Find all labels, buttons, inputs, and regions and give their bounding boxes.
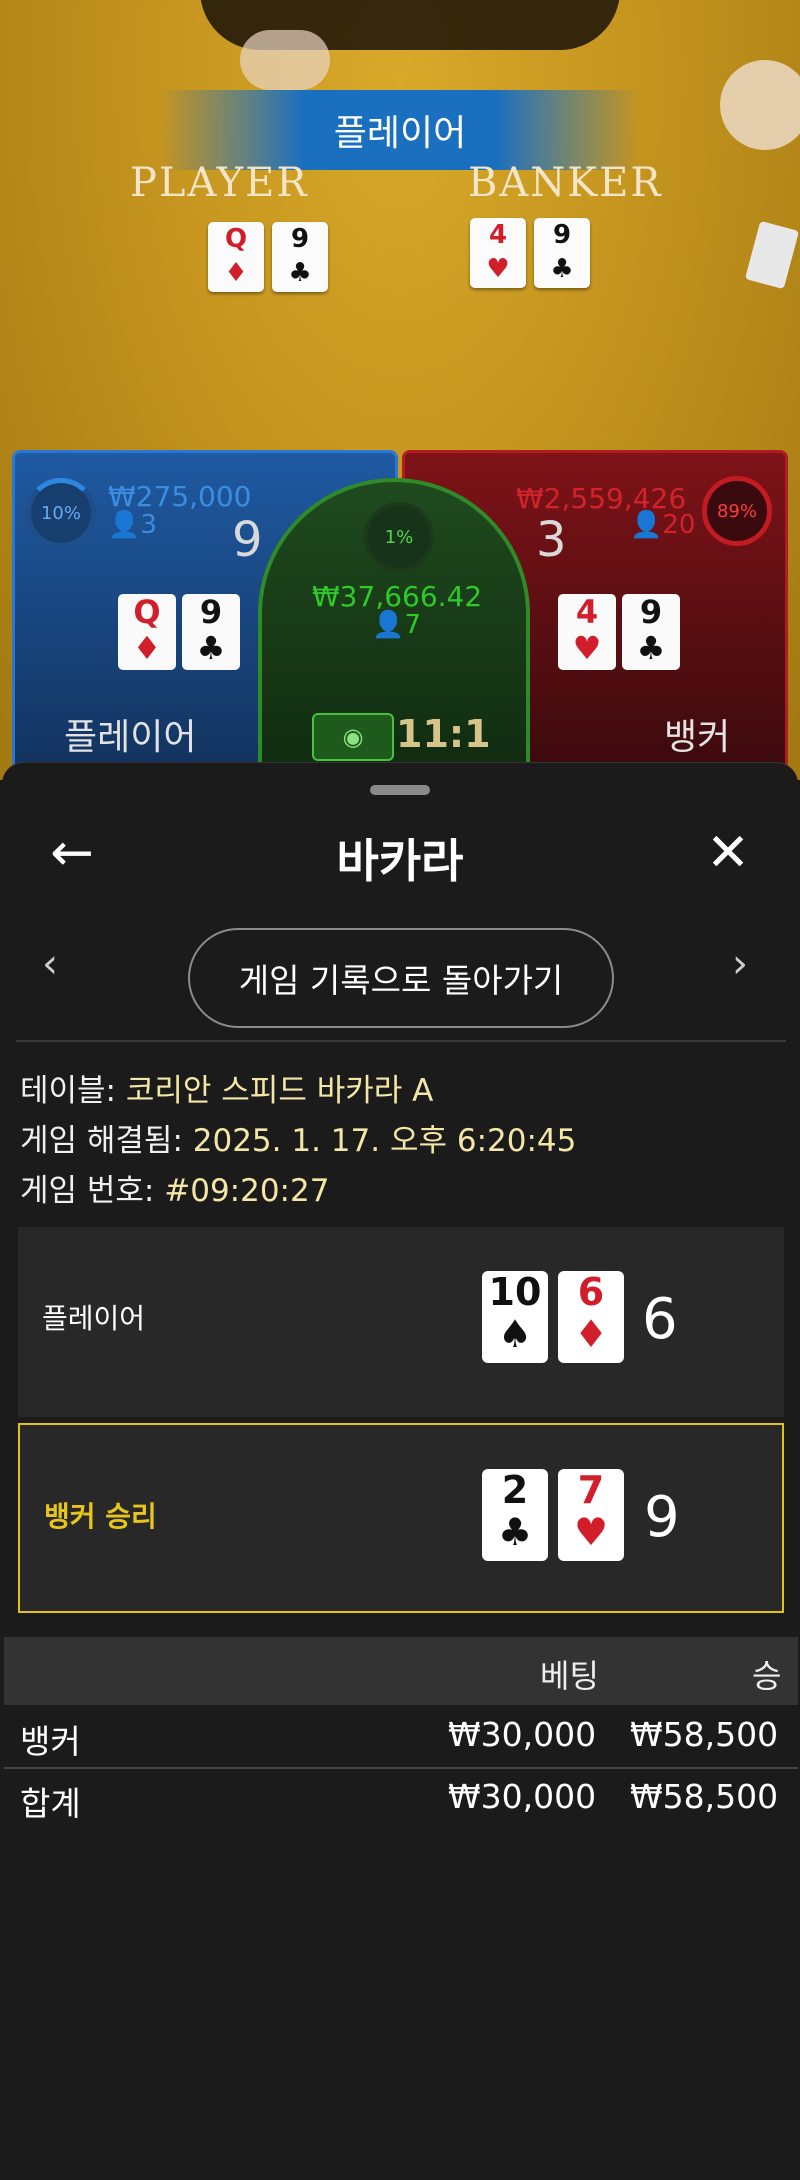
banker-percent-ring: 89% [702,476,772,546]
card-suit: ♣ [497,1510,533,1554]
hand-title: 플레이어 [42,1302,146,1335]
info-label: 게임 해결됨: [20,1123,183,1159]
close-icon[interactable]: ✕ [698,823,758,883]
return-to-history-button[interactable]: 게임 기록으로 돌아가기 [188,928,614,1028]
divider [16,1040,786,1042]
user-icon: 👤 [372,610,405,640]
banker-hand-row: 뱅커 승리 2 ♣ 7 ♥ 9 [18,1423,784,1613]
felt-card: 9 ♣ [272,222,328,292]
card-rank: Q [133,593,161,631]
dealer-hand [240,30,330,90]
tie-chip-icon: ◉ [312,713,394,761]
row-win: ₩58,500 [630,1715,779,1754]
card-rank: 4 [575,593,599,631]
info-label: 게임 번호: [20,1173,155,1209]
dealer-hand [720,60,800,150]
card-rank: 4 [488,220,508,250]
card-rank: 9 [199,593,223,631]
table-row: 뱅커 ₩30,000 ₩58,500 [4,1707,798,1767]
playing-card: 2 ♣ [482,1469,548,1561]
player-count-value: 3 [140,510,157,540]
sheet-grabber[interactable] [370,785,430,795]
card-suit: ♦ [573,1312,609,1356]
banker-spot-label: 뱅커 [664,717,731,758]
row-bet: ₩30,000 [448,1715,597,1754]
tie-bettor-count: 👤7 [372,610,421,640]
card-rank: Q [224,224,248,254]
header-win: 승 [752,1657,782,1695]
tie-payout: 11:1 [396,712,491,756]
player-spot-label: 플레이어 [64,717,197,758]
banker-score: 3 [536,512,567,568]
card-rank: 9 [552,220,572,250]
card-shoe [744,220,800,290]
user-icon: 👤 [630,510,663,540]
hand-title: 뱅커 승리 [44,1500,157,1533]
card-suit: ♠ [497,1312,533,1356]
player-percent-ring: 10% [26,478,96,548]
card-rank: 10 [488,1270,542,1314]
result-banner: 플레이어 [160,90,640,170]
felt-card: Q ♦ [208,222,264,292]
player-bet-total: ₩275,000 [108,480,252,513]
card-suit: ♣ [550,254,574,284]
player-score: 9 [232,512,263,568]
info-label: 테이블: [20,1073,117,1109]
hand-score: 6 [642,1287,678,1352]
info-game-number: 게임 번호: #09:20:27 [20,1165,329,1210]
card-rank: 2 [501,1468,529,1512]
playing-card: 7 ♥ [558,1469,624,1561]
card-rank: 7 [577,1468,605,1512]
game-history-sheet: ← 바카라 ✕ ‹ 게임 기록으로 돌아가기 › 테이블: 코리안 스피드 바카… [2,762,798,2180]
felt-banker-label: BANKER [468,160,663,206]
card-suit: ♣ [636,629,666,667]
row-win: ₩58,500 [630,1777,779,1816]
felt-card: 4 ♥ [470,218,526,288]
card-suit: ♣ [288,258,312,288]
felt-card: 9 ♣ [534,218,590,288]
playing-card: 10 ♠ [482,1271,548,1363]
bets-table-header: 베팅 승 [4,1637,798,1705]
card-suit: ♥ [486,254,510,284]
tie-count-value: 7 [404,610,421,640]
tie-bet-total: ₩37,666.42 [312,580,483,613]
playing-card: 6 ♦ [558,1271,624,1363]
card-rank: 9 [290,224,310,254]
card-rank: 6 [577,1270,605,1314]
card-suit: ♥ [573,1510,609,1554]
chevron-left-icon[interactable]: ‹ [42,941,58,987]
info-value: 2025. 1. 17. 오후 6:20:45 [192,1123,577,1159]
player-bettor-count: 👤3 [108,510,157,540]
row-name: 뱅커 [20,1722,81,1761]
card-rank: 9 [639,593,663,631]
card-suit: ♥ [572,629,602,667]
banker-bettor-count: 👤20 [630,510,695,540]
card-suit: ♣ [196,629,226,667]
info-settled: 게임 해결됨: 2025. 1. 17. 오후 6:20:45 [20,1115,576,1160]
card-suit: ♦ [224,258,248,288]
player-card: Q ♦ [118,594,176,670]
row-name: 합계 [20,1784,81,1823]
banker-card: 9 ♣ [622,594,680,670]
chevron-right-icon[interactable]: › [732,941,748,987]
tie-percent-ring: 1% [364,502,434,572]
info-value: #09:20:27 [164,1173,330,1209]
table-row-total: 합계 ₩30,000 ₩58,500 [4,1769,798,1829]
row-bet: ₩30,000 [448,1777,597,1816]
info-table: 테이블: 코리안 스피드 바카라 A [20,1065,433,1110]
player-card: 9 ♣ [182,594,240,670]
user-icon: 👤 [108,510,141,540]
sheet-title: 바카라 [336,834,464,888]
banker-card: 4 ♥ [558,594,616,670]
hand-score: 9 [644,1485,680,1550]
info-value: 코리안 스피드 바카라 A [125,1073,434,1109]
player-hand-row: 플레이어 10 ♠ 6 ♦ 6 [18,1227,784,1417]
header-bet: 베팅 [540,1657,599,1695]
felt-player-label: PLAYER [130,160,309,206]
banker-count-value: 20 [662,510,696,540]
card-suit: ♦ [132,629,162,667]
